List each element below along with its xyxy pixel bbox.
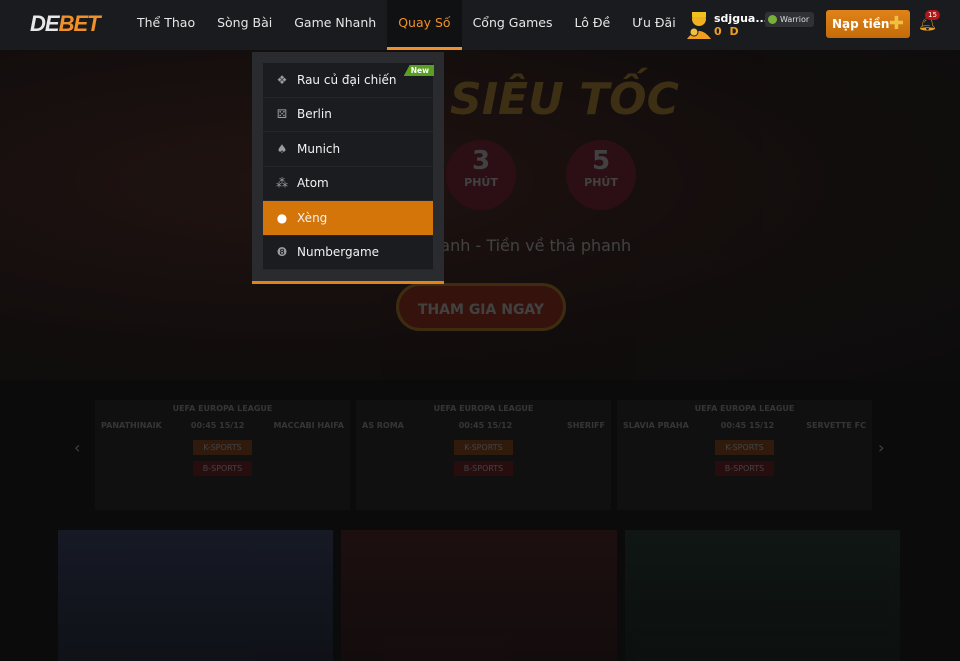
plus-icon: ✚ (888, 13, 904, 34)
promo-cards[interactable] (624, 530, 900, 661)
balance: 0 D (714, 25, 741, 38)
hero-banner[interactable]: SIÊU TỐC 3 PHÚT 5 PHÚT nhanh - Tiền về thả… (0, 50, 960, 380)
match-carousel: UEFA EUROPA LEAGUE PANATHINAIK 00:45 15/12… (95, 400, 872, 510)
match-card[interactable]: UEFA EUROPA LEAGUE SLAVIA PRAHA 00:45 15/1… (617, 400, 872, 510)
nav-song-bai[interactable]: Sòng Bài (206, 0, 283, 50)
join-now-button[interactable]: THAM GIA NGAY (396, 283, 566, 331)
nav-the-thao[interactable]: Thể Thao (126, 0, 206, 50)
menu-item-numbergame[interactable]: ❽ Numbergame (263, 235, 433, 270)
menu-item-atom[interactable]: ⁂ Atom (263, 166, 433, 201)
vegetable-icon: ❖ (276, 72, 288, 87)
rank-badge: Warrior (765, 12, 815, 27)
rank-icon (768, 15, 777, 24)
nav-lo-de[interactable]: Lô Đề (564, 0, 622, 50)
page-background: SIÊU TỐC 3 PHÚT 5 PHÚT nhanh - Tiền về thả… (0, 50, 960, 661)
main-nav: Thể Thao Sòng Bài Game Nhanh Quay Số Cổn… (126, 0, 687, 50)
notification-count: 15 (925, 10, 940, 20)
next-arrow-icon[interactable]: › (878, 438, 884, 457)
dice-icon: ⚄ (276, 107, 288, 122)
nav-quay-so[interactable]: Quay Số (387, 0, 462, 50)
nav-game-nhanh[interactable]: Game Nhanh (283, 0, 387, 50)
menu-item-xeng[interactable]: ● Xèng (263, 201, 433, 236)
match-card[interactable]: UEFA EUROPA LEAGUE PANATHINAIK 00:45 15/12… (95, 400, 350, 510)
nav-cong-games[interactable]: Cổng Games (462, 0, 564, 50)
prev-arrow-icon[interactable]: ‹ (74, 438, 80, 457)
number-8-icon: ❽ (276, 245, 288, 260)
promo-sports[interactable] (58, 530, 334, 661)
menu-item-berlin[interactable]: ⚄ Berlin (263, 97, 433, 132)
nav-uu-dai[interactable]: Ưu Đãi (621, 0, 686, 50)
avatar-icon[interactable] (684, 9, 714, 39)
username[interactable]: sdjgua... (714, 12, 768, 25)
menu-item-rau-cu-dai-chien[interactable]: ❖ Rau củ đại chiến New (263, 63, 434, 98)
match-card[interactable]: UEFA EUROPA LEAGUE AS ROMA 00:45 15/12 SHER… (356, 400, 611, 510)
atom-icon: ⁂ (276, 176, 288, 191)
header: DEBET Thể Thao Sòng Bài Game Nhanh Quay … (0, 0, 960, 50)
promo-casino[interactable] (341, 530, 617, 661)
quay-so-dropdown: ❖ Rau củ đại chiến New ⚄ Berlin ♠ Munich ⁂ At… (252, 52, 444, 284)
new-badge: New (403, 65, 434, 76)
apple-icon: ● (276, 210, 288, 225)
menu-item-munich[interactable]: ♠ Munich (263, 132, 433, 167)
promo-banners (58, 530, 900, 661)
deposit-button[interactable]: Nạp tiền ✚ (826, 10, 910, 38)
logo[interactable]: DEBET (30, 11, 101, 37)
spade-icon: ♠ (276, 141, 288, 156)
